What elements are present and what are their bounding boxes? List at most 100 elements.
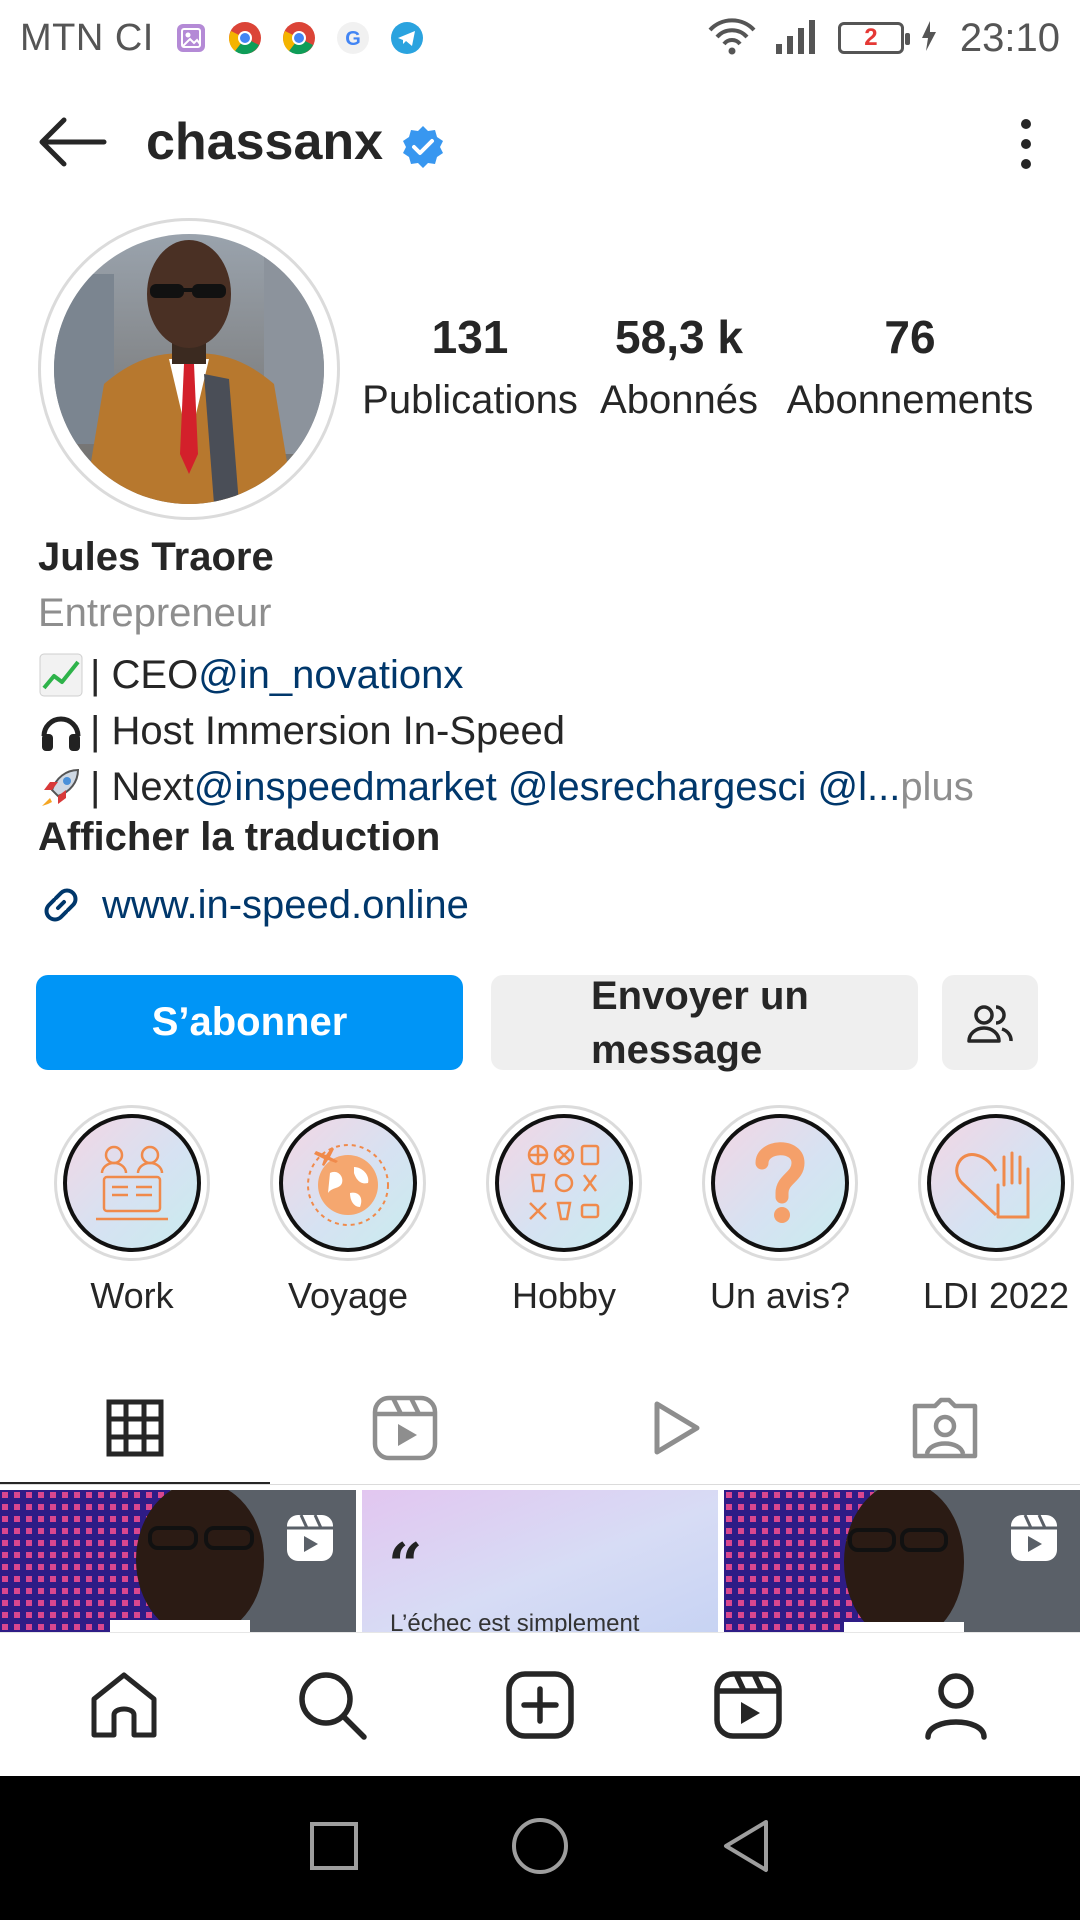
home-icon bbox=[91, 1672, 157, 1737]
story-highlights: Work Voyage Hobby Un avis? LDI 2022 bbox=[0, 1105, 1080, 1317]
nav-create[interactable] bbox=[480, 1645, 600, 1765]
gallery-icon bbox=[174, 21, 208, 55]
following-count: 76 bbox=[884, 311, 936, 363]
chrome-icon bbox=[228, 21, 262, 55]
question-mark-icon bbox=[755, 1142, 805, 1223]
bio-line-2-text: | Host Immersion In-Speed bbox=[90, 708, 566, 753]
signal-icon bbox=[774, 16, 822, 61]
bio-line-1-text: | CEO bbox=[90, 652, 199, 697]
profile-avatar[interactable] bbox=[54, 234, 324, 504]
reel-badge-icon bbox=[284, 1512, 336, 1564]
more-options-button[interactable] bbox=[1012, 118, 1040, 170]
telegram-icon bbox=[390, 21, 424, 55]
triangle-back-icon bbox=[724, 1819, 768, 1872]
followers-count: 58,3 k bbox=[615, 311, 743, 363]
home-system-button[interactable] bbox=[510, 1816, 570, 1881]
search-icon bbox=[299, 1671, 367, 1740]
status-bar: MTN CI G 2 23:10 bbox=[0, 0, 1080, 76]
chrome-icon-2 bbox=[282, 21, 316, 55]
tab-videos[interactable] bbox=[540, 1370, 810, 1485]
carrier-name: MTN CI bbox=[20, 16, 154, 59]
highlight-label: Un avis? bbox=[709, 1275, 851, 1316]
notification-icons: G bbox=[174, 21, 424, 55]
mention-lesrechargesci[interactable]: @lesrechargesci bbox=[508, 765, 807, 810]
chart-increasing-icon bbox=[38, 652, 84, 698]
nav-reels[interactable] bbox=[688, 1645, 808, 1765]
clock: 23:10 bbox=[959, 15, 1060, 60]
status-right: 2 23:10 bbox=[706, 16, 1060, 61]
posts-grid: “ L’échec est simplement bbox=[0, 1490, 1080, 1632]
highlight-hobby[interactable]: Hobby bbox=[464, 1105, 664, 1317]
posts-label: Publications bbox=[362, 378, 578, 422]
nav-home[interactable] bbox=[64, 1645, 184, 1765]
following-stat[interactable]: 76 Abonnements bbox=[770, 310, 1050, 423]
circle-icon bbox=[512, 1817, 568, 1874]
posts-count: 131 bbox=[431, 311, 509, 363]
highlight-work[interactable]: Work bbox=[32, 1105, 232, 1317]
tab-reels[interactable] bbox=[270, 1370, 540, 1485]
back-button[interactable] bbox=[36, 112, 108, 172]
headphones-icon bbox=[38, 708, 84, 754]
mention-in-novationx[interactable]: @in_novationx bbox=[198, 653, 463, 698]
back-system-button[interactable] bbox=[720, 1818, 772, 1879]
nav-search[interactable] bbox=[272, 1645, 392, 1765]
meeting-icon bbox=[96, 1145, 168, 1221]
follow-button[interactable]: S’abonner bbox=[36, 975, 463, 1070]
bio-line-1: | CEO @in_novationx bbox=[38, 647, 1048, 703]
system-navigation-bar bbox=[0, 1776, 1080, 1920]
website-link[interactable]: www.in-speed.online bbox=[38, 882, 469, 928]
tabs-divider bbox=[0, 1484, 1080, 1485]
profile-bio: Jules Traore Entrepreneur | CEO @in_nova… bbox=[38, 535, 1048, 871]
reels-icon bbox=[714, 1670, 782, 1739]
square-icon bbox=[310, 1821, 358, 1870]
profile-category: Entrepreneur bbox=[38, 591, 272, 635]
post-thumbnail[interactable]: “ L’échec est simplement bbox=[362, 1490, 718, 1632]
highlight-label: Voyage bbox=[287, 1275, 409, 1316]
sports-icons bbox=[527, 1144, 600, 1221]
suggested-users-button[interactable] bbox=[942, 975, 1038, 1070]
highlight-voyage[interactable]: Voyage bbox=[248, 1105, 448, 1317]
show-translation-link[interactable]: Afficher la traduction bbox=[38, 815, 1048, 871]
rocket-icon bbox=[38, 764, 84, 810]
tab-grid[interactable] bbox=[0, 1370, 270, 1485]
quote-preview-text: L’échec est simplement bbox=[390, 1610, 640, 1632]
add-people-icon bbox=[967, 1004, 1013, 1043]
nav-profile[interactable] bbox=[896, 1645, 1016, 1765]
charging-icon bbox=[920, 20, 938, 57]
highlight-ldi-2022[interactable]: LDI 2022 bbox=[896, 1105, 1080, 1317]
highlight-un-avis[interactable]: Un avis? bbox=[680, 1105, 880, 1317]
bio-more-link[interactable]: plus bbox=[900, 765, 973, 810]
more-vertical-icon bbox=[1021, 119, 1031, 169]
followers-stat[interactable]: 58,3 k Abonnés bbox=[594, 310, 764, 423]
followers-label: Abonnés bbox=[600, 378, 758, 422]
google-icon: G bbox=[336, 21, 370, 55]
tagged-user-icon bbox=[912, 1397, 978, 1458]
wifi-icon bbox=[706, 16, 758, 61]
bio-line-3: | Next @inspeedmarket @lesrechargesci @l… bbox=[38, 759, 1048, 815]
post-thumbnail[interactable] bbox=[724, 1490, 1080, 1632]
mention-inspeedmarket[interactable]: @inspeedmarket bbox=[194, 765, 497, 810]
tab-tagged[interactable] bbox=[810, 1370, 1080, 1485]
link-icon bbox=[44, 888, 78, 922]
reel-badge-icon bbox=[1008, 1512, 1060, 1564]
grid-icon bbox=[106, 1399, 164, 1456]
svg-text:G: G bbox=[345, 28, 361, 50]
mention-truncated[interactable]: @l... bbox=[817, 765, 900, 810]
avatar-photo bbox=[54, 234, 324, 504]
following-label: Abonnements bbox=[786, 378, 1034, 422]
battery-level: 2 bbox=[864, 24, 878, 51]
message-button[interactable]: Envoyer un message bbox=[491, 974, 918, 1072]
post-thumbnail[interactable] bbox=[0, 1490, 356, 1632]
bottom-navigation bbox=[0, 1632, 1080, 1776]
play-icon bbox=[654, 1401, 700, 1454]
posts-stat[interactable]: 131 Publications bbox=[350, 310, 590, 423]
heart-hand-icon bbox=[955, 1151, 1030, 1219]
highlight-label: Hobby bbox=[511, 1275, 617, 1316]
bio-line-2: | Host Immersion In-Speed bbox=[38, 703, 1048, 759]
profile-tabs bbox=[0, 1370, 1080, 1485]
recents-button[interactable] bbox=[308, 1820, 360, 1877]
add-post-icon bbox=[506, 1670, 574, 1739]
website-url: www.in-speed.online bbox=[102, 882, 469, 927]
bio-line-3-text: | Next bbox=[90, 764, 194, 809]
highlight-label: LDI 2022 bbox=[922, 1275, 1070, 1316]
